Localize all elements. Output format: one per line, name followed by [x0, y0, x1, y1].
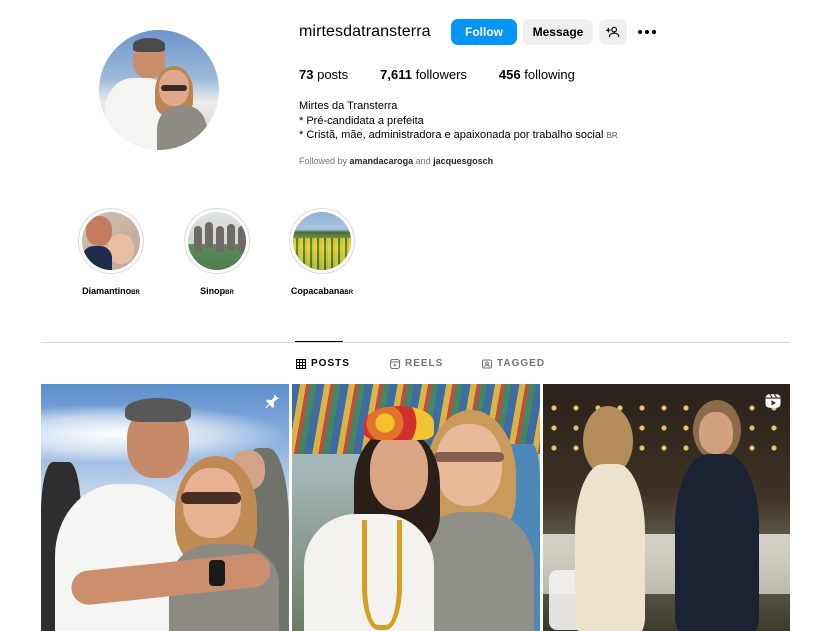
bio-line: * Pré-candidata a prefeita — [299, 114, 424, 127]
highlight-copacabana[interactable]: CopacabanaBR — [289, 208, 355, 296]
profile-bio: Mirtes da Transterra * Pré-candidata a p… — [299, 99, 618, 144]
profile-full-name: Mirtes da Transterra — [299, 100, 398, 112]
highlight-ring — [184, 208, 250, 274]
followers-stat[interactable]: 7,611 followers — [380, 67, 467, 82]
profile-avatar[interactable] — [99, 30, 219, 150]
tab-tagged[interactable]: TAGGED — [482, 358, 545, 369]
posts-label: posts — [317, 67, 349, 82]
followed-by-and: and — [415, 156, 431, 166]
highlight-thumbnail — [293, 212, 351, 270]
pin-icon — [265, 394, 279, 409]
highlight-ring — [289, 208, 355, 274]
posts-count: 73 — [299, 67, 314, 82]
avatar-figure — [157, 106, 207, 150]
highlight-sinop[interactable]: SinopBR — [184, 208, 250, 296]
profile-stats: 73 posts 7,611 followers 456 following — [299, 67, 607, 82]
tabs-divider — [41, 342, 790, 343]
post-thumbnail[interactable] — [41, 384, 289, 631]
tab-reels[interactable]: REELS — [390, 358, 443, 369]
grid-icon — [296, 358, 306, 369]
tab-label: REELS — [405, 358, 444, 369]
highlight-thumbnail — [188, 212, 246, 270]
profile-username: mirtesdatransterra — [299, 23, 431, 40]
active-tab-indicator — [295, 341, 343, 342]
reel-icon — [765, 393, 781, 408]
highlight-label: CopacabanaBR — [290, 286, 354, 296]
highlight-label: DiamantinoBR — [82, 286, 140, 296]
avatar-figure — [133, 38, 165, 52]
tagged-icon — [482, 358, 492, 369]
message-button[interactable]: Message — [523, 19, 593, 45]
post-thumbnail[interactable] — [292, 384, 540, 631]
bio-line-text: * Cristã, mãe, administradora e apaixona… — [299, 129, 604, 141]
following-label: following — [524, 67, 575, 82]
followers-label: followers — [415, 67, 467, 82]
tab-label: POSTS — [311, 358, 350, 369]
more-options-icon[interactable] — [636, 22, 658, 42]
avatar-figure — [161, 85, 187, 91]
followed-by-user[interactable]: jacquesgosch — [433, 156, 493, 166]
highlight-thumbnail — [82, 212, 140, 270]
followed-by-user[interactable]: amandacaroga — [350, 156, 414, 166]
country-tag: BR — [606, 131, 618, 140]
post-thumbnail[interactable] — [543, 384, 790, 631]
tab-label: TAGGED — [497, 358, 546, 369]
tab-posts[interactable]: POSTS — [296, 358, 350, 369]
bio-line: * Cristã, mãe, administradora e apaixona… — [299, 128, 618, 144]
highlight-diamantino[interactable]: DiamantinoBR — [78, 208, 144, 296]
person-add-icon — [606, 26, 620, 38]
suggest-users-button[interactable] — [599, 19, 627, 45]
following-stat[interactable]: 456 following — [499, 67, 575, 82]
highlight-ring — [78, 208, 144, 274]
posts-stat[interactable]: 73 posts — [299, 67, 348, 82]
following-count: 456 — [498, 67, 521, 82]
follow-button[interactable]: Follow — [451, 19, 517, 45]
followed-by-prefix: Followed by — [299, 156, 348, 166]
highlight-label: SinopBR — [200, 286, 234, 296]
followers-count: 7,611 — [380, 67, 412, 82]
followed-by[interactable]: Followed by amandacaroga and jacquesgosc… — [299, 156, 493, 166]
reels-icon — [390, 358, 400, 369]
